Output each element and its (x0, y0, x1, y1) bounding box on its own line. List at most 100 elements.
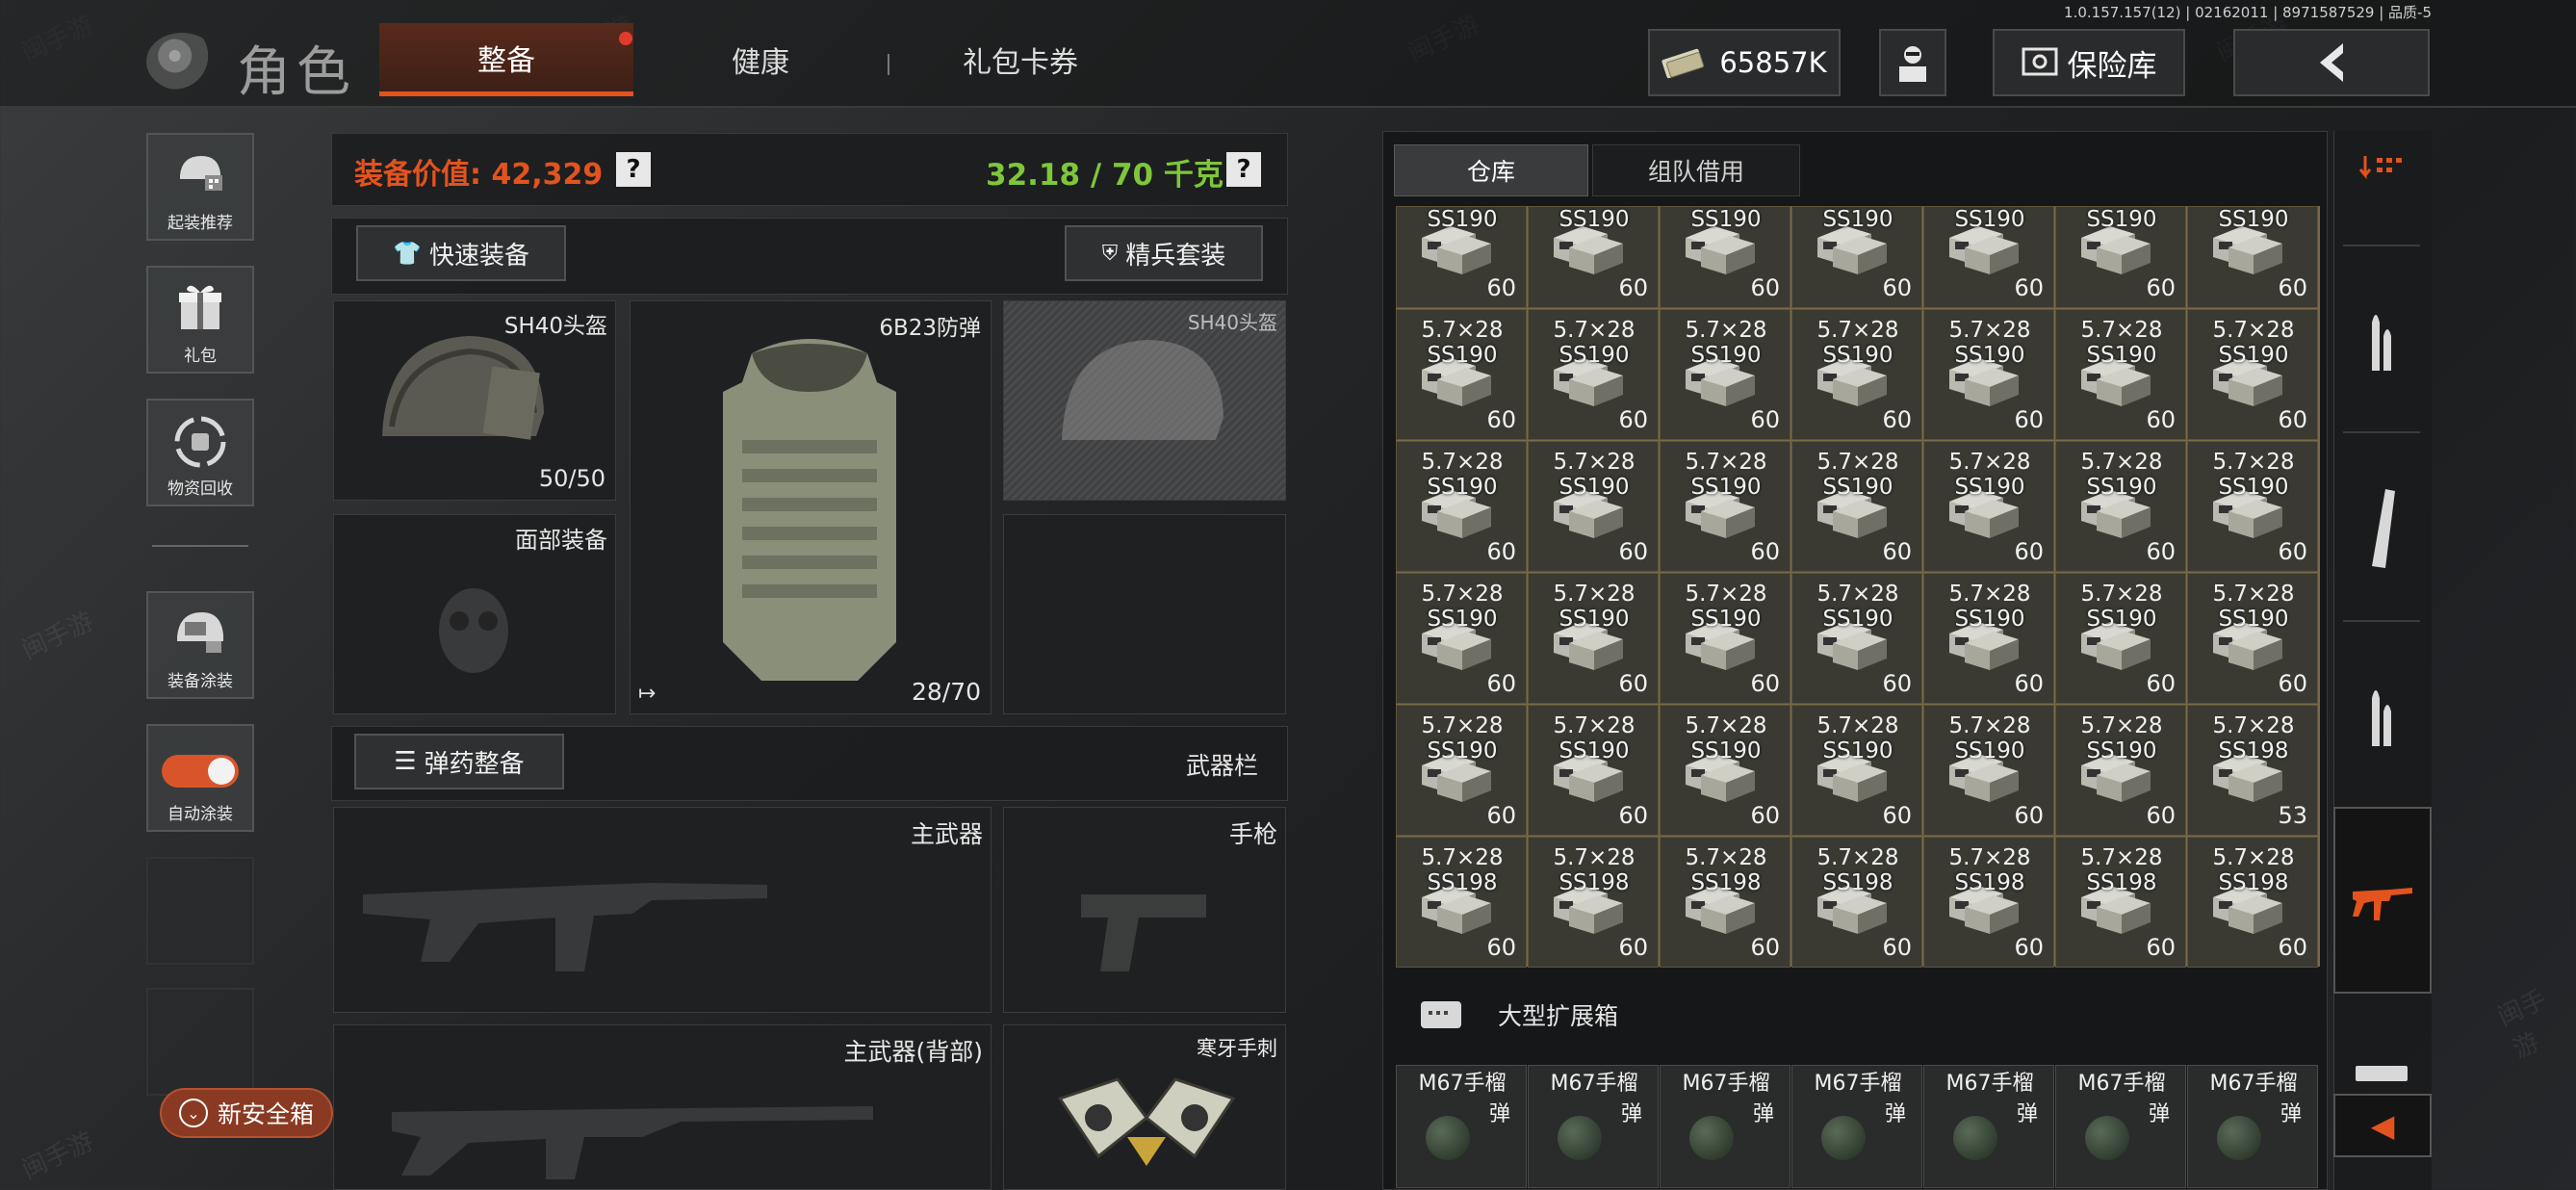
ammo-item[interactable]: 5.7×28 SS190 60 (1791, 573, 1922, 704)
empty-equipment-slot[interactable] (1003, 514, 1286, 714)
ammo-item[interactable]: 5.7×28 SS190 60 (1791, 309, 1922, 440)
ammo-type: SS198 (1822, 870, 1893, 895)
unequip-icon[interactable]: ↦ (638, 682, 656, 706)
ammo-item[interactable]: SS190 60 (1791, 206, 1922, 308)
sidebar-item-auto-paint[interactable]: 自动涂装 (146, 724, 254, 832)
ammo-item[interactable]: 5.7×28 SS198 60 (2187, 837, 2318, 968)
ammo-item[interactable]: 5.7×28 SS190 60 (2055, 705, 2186, 836)
ammo-item[interactable]: 5.7×28 SS190 60 (2187, 309, 2318, 440)
back-button[interactable] (2233, 29, 2430, 96)
ammo-item[interactable]: 5.7×28 SS190 60 (1660, 441, 1790, 572)
sidebar-item-recommended-loadout[interactable]: 起装推荐 (146, 133, 254, 241)
grenade-name: M67手榴 (2209, 1072, 2298, 1096)
grenade-icon (1426, 1116, 1470, 1160)
primary-back-slot[interactable]: 主武器(背部) (333, 1024, 992, 1190)
value-help-icon[interactable]: ? (616, 152, 651, 187)
ammo-item[interactable]: 5.7×28 SS190 60 (1791, 705, 1922, 836)
ammo-item[interactable]: 5.7×28 SS190 60 (1923, 573, 2054, 704)
auto-paint-toggle[interactable] (162, 755, 239, 788)
ammo-item[interactable]: 5.7×28 SS190 60 (1396, 705, 1527, 836)
ammo-item[interactable]: 5.7×28 SS190 60 (2055, 441, 2186, 572)
ammo-item[interactable]: SS190 60 (2187, 206, 2318, 308)
ammo-item[interactable]: 5.7×28 SS190 60 (1396, 309, 1527, 440)
vault-button[interactable]: 保险库 (1993, 29, 2185, 96)
ammo-item[interactable]: SS190 60 (1396, 206, 1527, 308)
ammo-item[interactable]: 5.7×28 SS198 60 (1791, 837, 1922, 968)
melee-slot[interactable]: 寒牙手刺 (1003, 1024, 1286, 1190)
helmet-preview-slot[interactable]: SH40头盔 (1003, 300, 1286, 501)
grenade-icon (1821, 1116, 1866, 1160)
ammo-item[interactable]: 5.7×28 SS198 60 (1396, 837, 1527, 968)
ammo-item[interactable]: 5.7×28 SS190 60 (1660, 705, 1790, 836)
ammo-item[interactable]: SS190 60 (1660, 206, 1790, 308)
ammo-item[interactable]: 5.7×28 SS190 60 (1396, 441, 1527, 572)
quick-equip-button[interactable]: 👕 快速装备 (356, 225, 566, 281)
ammo-item[interactable]: 5.7×28 SS190 60 (1923, 441, 2054, 572)
ammo-item[interactable]: 5.7×28 SS190 60 (1528, 573, 1659, 704)
grenade-item[interactable]: M67手榴弹 (1396, 1065, 1527, 1188)
helmet-slot[interactable]: SH40头盔 50/50 (333, 300, 616, 501)
armor-slot[interactable]: 6B23防弹 ↦ 28/70 (630, 300, 992, 714)
ammo-item[interactable]: 5.7×28 SS190 60 (1528, 441, 1659, 572)
ammo-item[interactable]: 5.7×28 SS198 60 (1923, 837, 2054, 968)
ammo-item[interactable]: SS190 60 (1528, 206, 1659, 308)
grenade-name: M67手榴 (1945, 1072, 2034, 1096)
tab-warehouse[interactable]: 仓库 (1394, 144, 1588, 196)
ammo-item[interactable]: 5.7×28 SS190 60 (1923, 309, 2054, 440)
tab-health[interactable]: 健康 (674, 23, 847, 96)
weight-help-icon[interactable]: ? (1226, 152, 1261, 187)
tab-team-borrow[interactable]: 组队借用 (1592, 144, 1800, 196)
ammo-item[interactable]: 5.7×28 SS190 60 (1660, 309, 1790, 440)
ammo-caliber: 5.7×28 (2212, 450, 2295, 475)
ammo-item[interactable]: 5.7×28 SS190 60 (2187, 441, 2318, 572)
ammo-item[interactable]: 5.7×28 SS198 53 (2187, 705, 2318, 836)
grenade-item[interactable]: M67手榴弹 (2187, 1065, 2318, 1188)
filter-ammo-icon[interactable] (2333, 289, 2430, 395)
ammo-item[interactable]: SS190 60 (2055, 206, 2186, 308)
grenade-item[interactable]: M67手榴弹 (1528, 1065, 1659, 1188)
grenade-item[interactable]: M67手榴弹 (1923, 1065, 2054, 1188)
trader-button[interactable] (1879, 29, 1946, 96)
ammo-type: SS190 (2086, 738, 2157, 763)
elite-set-button[interactable]: ⛨ 精兵套装 (1065, 225, 1263, 281)
filter-weapon-icon[interactable] (2333, 807, 2432, 994)
ammo-item[interactable]: 5.7×28 SS190 60 (1396, 573, 1527, 704)
ammo-type: SS190 (2218, 475, 2289, 500)
ammo-item[interactable]: SS190 60 (1923, 206, 2054, 308)
pistol-label: 手枪 (1228, 820, 1277, 848)
primary-weapon-slot[interactable]: 主武器 (333, 807, 992, 1013)
ammo-count: 60 (2278, 406, 2307, 433)
sort-icon[interactable] (2333, 144, 2430, 193)
ammo-item[interactable]: 5.7×28 SS198 60 (2055, 837, 2186, 968)
currency-display[interactable]: 65857K (1648, 29, 1841, 96)
ammo-prep-button[interactable]: ☰ 弹药整备 (354, 734, 564, 789)
filter-magazine-icon[interactable] (2333, 476, 2430, 582)
new-safebox-button[interactable]: ⌄ 新安全箱 (160, 1088, 333, 1138)
grenade-item[interactable]: M67手榴弹 (1660, 1065, 1790, 1188)
ammo-item[interactable]: 5.7×28 SS190 60 (1923, 705, 2054, 836)
face-slot[interactable]: 面部装备 (333, 514, 616, 714)
collapse-filter-button[interactable]: ◀ (2333, 1094, 2432, 1157)
ammo-item[interactable]: 5.7×28 SS198 60 (1660, 837, 1790, 968)
ammo-type: SS190 (1558, 475, 1630, 500)
sidebar-label: 物资回收 (167, 479, 233, 499)
ammo-item[interactable]: 5.7×28 SS190 60 (2055, 573, 2186, 704)
ammo-item[interactable]: 5.7×28 SS190 60 (1791, 441, 1922, 572)
pistol-slot[interactable]: 手枪 (1003, 807, 1286, 1013)
grenade-item[interactable]: M67手榴弹 (2055, 1065, 2186, 1188)
ammo-type: SS190 (1954, 343, 2025, 368)
tab-gift-cards[interactable]: 礼包卡券 (924, 23, 1117, 96)
sidebar-item-gift[interactable]: 礼包 (146, 266, 254, 374)
ammo-item[interactable]: 5.7×28 SS190 60 (1528, 309, 1659, 440)
ammo-item[interactable]: 5.7×28 SS190 60 (1528, 705, 1659, 836)
grenade-item[interactable]: M67手榴弹 (1791, 1065, 1922, 1188)
sidebar-item-equipment-paint[interactable]: 装备涂装 (146, 591, 254, 699)
ammo-item[interactable]: 5.7×28 SS190 60 (2187, 573, 2318, 704)
filter-misc-icon[interactable] (2333, 1059, 2430, 1088)
filter-bullets-icon[interactable] (2333, 664, 2430, 770)
ammo-item[interactable]: 5.7×28 SS198 60 (1528, 837, 1659, 968)
ammo-item[interactable]: 5.7×28 SS190 60 (1660, 573, 1790, 704)
tab-zhengbei[interactable]: 整备 (379, 23, 633, 96)
sidebar-item-recycle[interactable]: 物资回收 (146, 399, 254, 506)
ammo-item[interactable]: 5.7×28 SS190 60 (2055, 309, 2186, 440)
